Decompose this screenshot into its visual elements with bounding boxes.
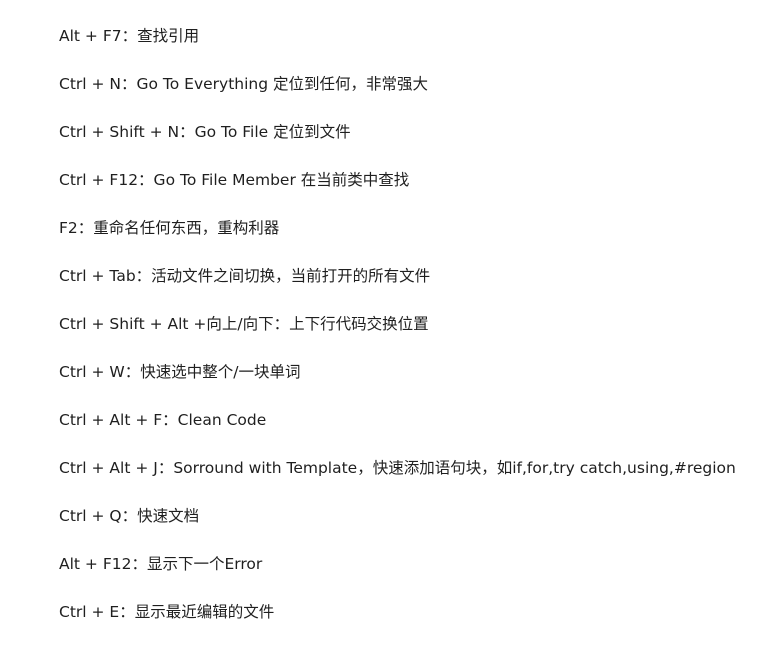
shortcut-alt-f7: Alt + F7：查找引用: [59, 27, 200, 45]
shortcut-ctrl-q: Ctrl + Q：快速文档: [59, 507, 200, 525]
shortcut-ctrl-shift-n: Ctrl + Shift + N：Go To File 定位到文件: [59, 123, 351, 141]
shortcut-ctrl-shift-alt-up-down: Ctrl + Shift + Alt +向上/向下：上下行代码交换位置: [59, 315, 429, 333]
shortcut-ctrl-f12: Ctrl + F12：Go To File Member 在当前类中查找: [59, 171, 410, 189]
shortcut-ctrl-e: Ctrl + E：显示最近编辑的文件: [59, 603, 275, 621]
shortcut-list: Alt + F7：查找引用 Ctrl + N：Go To Everything …: [59, 24, 736, 648]
shortcut-f2: F2：重命名任何东西，重构利器: [59, 219, 280, 237]
shortcut-ctrl-alt-j: Ctrl + Alt + J：Sorround with Template，快速…: [59, 459, 736, 477]
shortcut-alt-f12: Alt + F12：显示下一个Error: [59, 555, 263, 573]
shortcut-ctrl-tab: Ctrl + Tab：活动文件之间切换，当前打开的所有文件: [59, 267, 431, 285]
shortcut-ctrl-w: Ctrl + W：快速选中整个/一块单词: [59, 363, 301, 381]
shortcut-ctrl-n: Ctrl + N：Go To Everything 定位到任何，非常强大: [59, 75, 429, 93]
shortcut-ctrl-alt-f: Ctrl + Alt + F：Clean Code: [59, 411, 267, 429]
